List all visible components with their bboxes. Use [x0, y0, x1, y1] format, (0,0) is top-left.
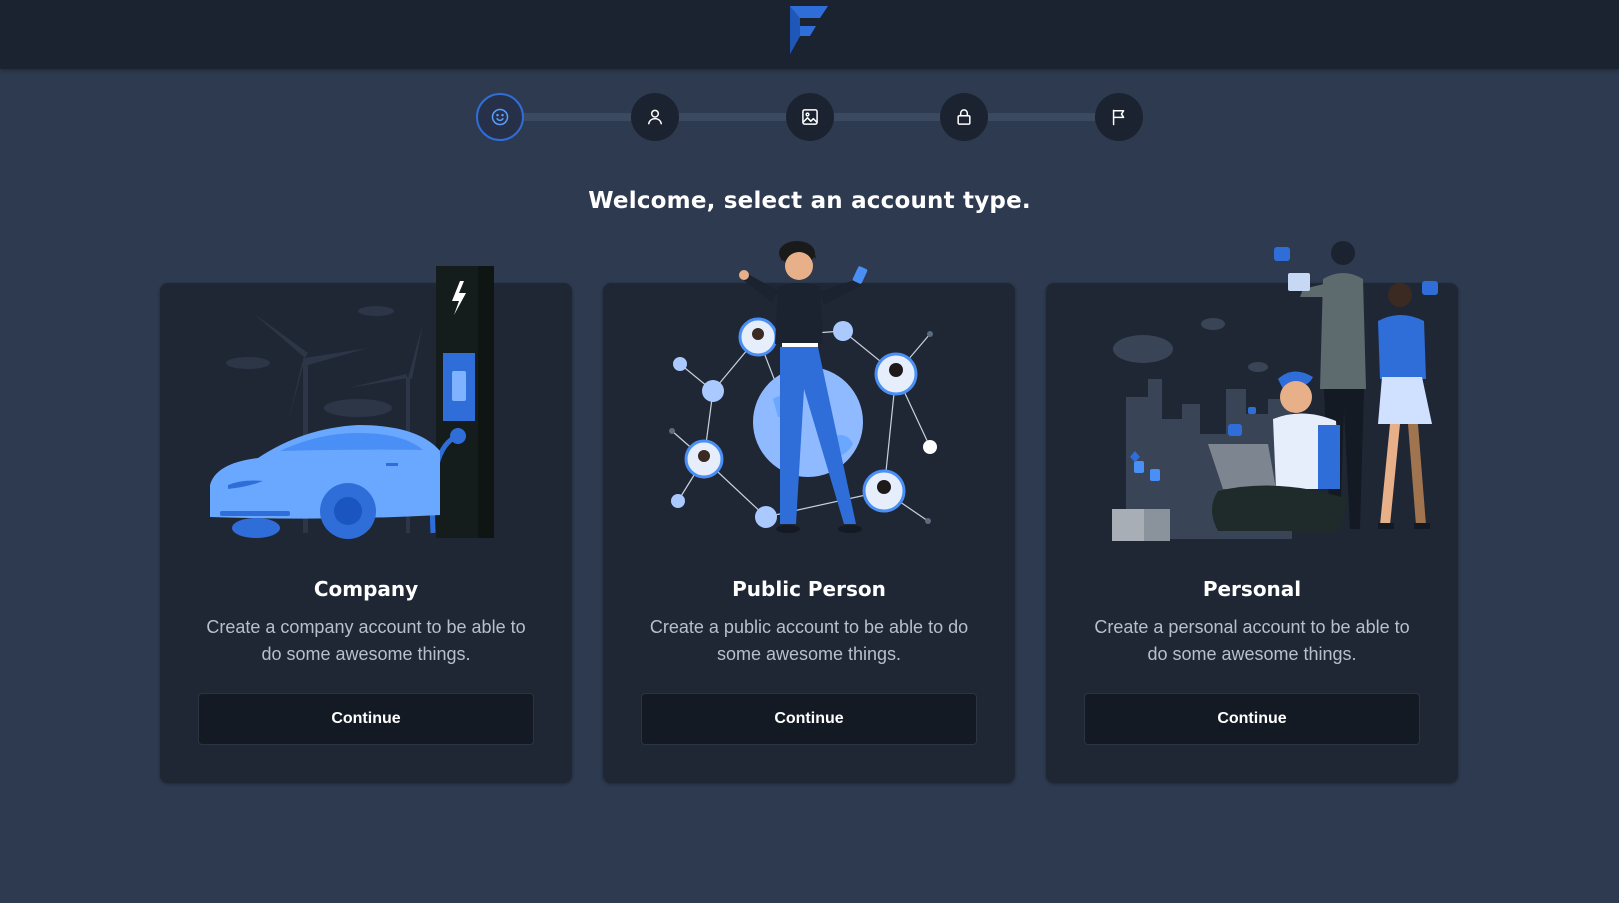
- progress-stepper: [0, 93, 1619, 141]
- account-card-public-person: Public Person Create a public account to…: [603, 241, 1015, 783]
- card-description: Create a company account to be able to d…: [206, 617, 526, 664]
- step-security[interactable]: [940, 93, 988, 141]
- continue-personal-button[interactable]: Continue: [1084, 693, 1420, 745]
- smiley-icon: [491, 108, 509, 126]
- step-image[interactable]: [786, 93, 834, 141]
- electric-car-charging-illustration: [210, 266, 494, 539]
- user-icon: [648, 109, 662, 125]
- page-title: Welcome, select an account type.: [588, 188, 1031, 214]
- flag-icon: [1112, 109, 1125, 126]
- step-finish[interactable]: [1095, 93, 1143, 141]
- card-title: Public Person: [732, 577, 886, 601]
- step-profile[interactable]: [631, 93, 679, 141]
- account-card-company: Company Create a company account to be a…: [160, 266, 572, 783]
- top-bar: [0, 0, 1619, 69]
- lock-icon: [957, 109, 971, 125]
- continue-public-person-button[interactable]: Continue: [641, 693, 977, 745]
- card-description: Create a personal account to be able to …: [1094, 617, 1410, 664]
- continue-company-button[interactable]: Continue: [198, 693, 534, 745]
- card-title: Company: [313, 577, 419, 601]
- card-description: Create a public account to be able to do…: [649, 617, 969, 664]
- image-icon: [802, 109, 818, 125]
- step-welcome[interactable]: [476, 93, 524, 141]
- public-network-woman-illustration: [669, 241, 937, 533]
- card-title: Personal: [1202, 577, 1302, 601]
- social-media-people-illustration: [1112, 241, 1438, 541]
- account-card-personal: Personal Create a personal account to be…: [1046, 241, 1458, 783]
- f-logo-icon[interactable]: [786, 2, 830, 56]
